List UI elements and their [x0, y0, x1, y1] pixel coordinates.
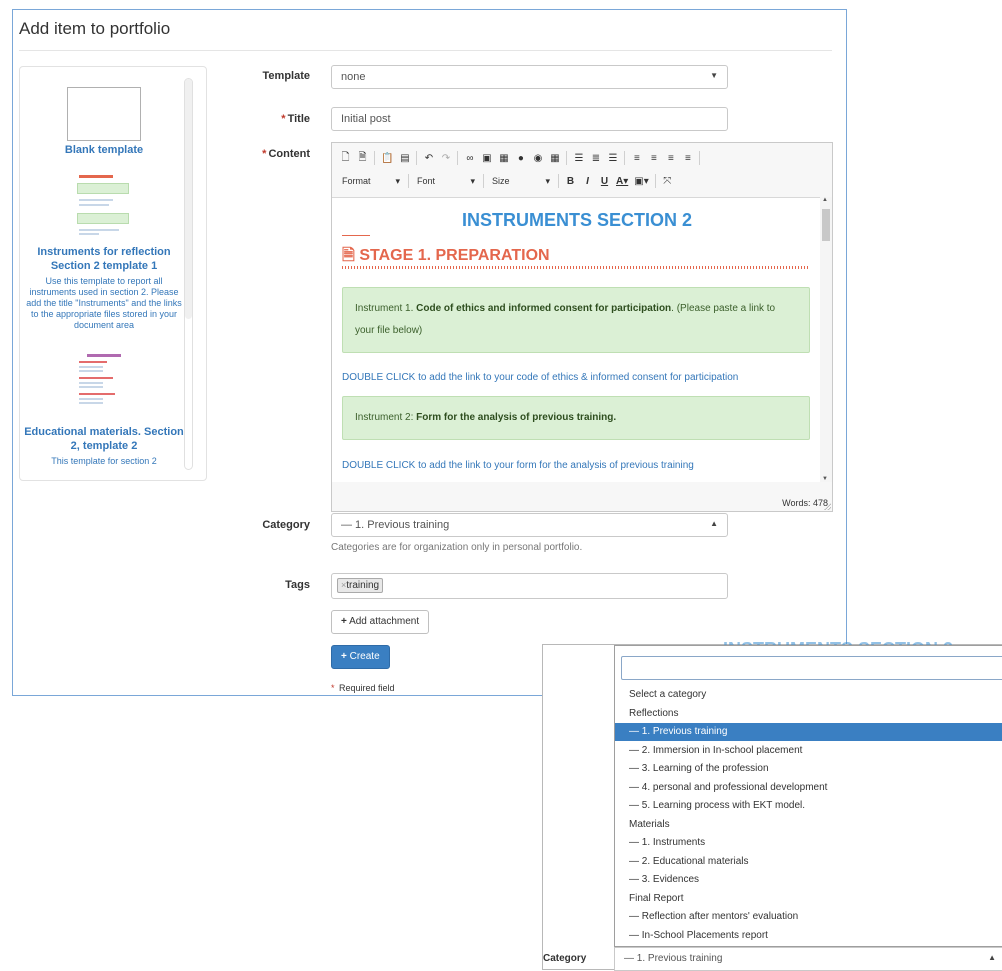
instrument-link-2[interactable]: DOUBLE CLICK to add the link to your for…	[342, 460, 694, 471]
word-count: Words: 478	[782, 498, 828, 508]
category-option[interactable]: — 2. Educational materials	[615, 853, 1002, 871]
caret-up-icon: ▲	[988, 953, 996, 962]
category-label: Category	[262, 519, 310, 531]
add-attachment-button[interactable]: + Add attachment	[331, 610, 430, 634]
category-option[interactable]: — 4. personal and professional developme…	[615, 779, 1002, 797]
resize-handle[interactable]	[824, 503, 831, 510]
undo-icon[interactable]: ↶	[423, 153, 434, 164]
category-dropdown: Select a category Reflections — 1. Previou…	[614, 645, 1002, 947]
tag-chip[interactable]: ×training	[337, 578, 384, 593]
blank-template-thumbnail	[67, 87, 141, 141]
category-option[interactable]: — 1. Previous training	[615, 723, 1002, 741]
category-dropdown-overlay: INSTRUMENTS SECTION 2 Select a categoryR…	[542, 639, 1002, 971]
category-option[interactable]: Materials	[615, 816, 1002, 834]
bulleted-list-icon[interactable]: ☰	[573, 153, 584, 164]
category-option[interactable]: — 5. Learning process with EKT model.	[615, 797, 1002, 815]
editor-scrollbar[interactable]: ▲ ▼	[820, 197, 832, 482]
template-card-blank[interactable]: Blank template	[24, 87, 184, 157]
title-label: * Title	[281, 113, 310, 125]
template-card-instruments[interactable]: Instruments for reflection Section 2 tem…	[24, 173, 184, 331]
align-justify-icon[interactable]: ≡	[682, 153, 693, 164]
template-label: Template	[262, 70, 310, 82]
numbered-list-icon[interactable]: ≣	[590, 153, 601, 164]
heading-underline	[342, 235, 370, 236]
category-select[interactable]: — 1. Previous training ▲	[331, 513, 728, 537]
category-select[interactable]: — 1. Previous training ▲	[614, 947, 1002, 971]
template-select-value: none	[341, 71, 366, 83]
instrument-link-1[interactable]: DOUBLE CLICK to add the link to your cod…	[342, 372, 738, 383]
category-label: Category	[543, 953, 587, 964]
template-picker: Blank template Instruments for reflectio…	[19, 66, 207, 481]
template-name: Instruments for reflection Section 2 tem…	[37, 246, 171, 272]
template-select[interactable]: none ▼	[331, 65, 728, 89]
category-option[interactable]: Reflections	[615, 705, 1002, 723]
editor-toolbar-row-1: 🗋 🗎 📋 ▤ ↶ ↷ ∞ ▣ ▦ ● ◉ ▦ ☰ ≣ ☰ ≡ ≡ ≡ ≡	[340, 149, 701, 167]
category-option[interactable]: — 3. Evidences	[615, 871, 1002, 889]
template-picker-scrollbar[interactable]	[184, 78, 193, 470]
table-icon[interactable]: ▦	[549, 153, 560, 164]
title-input[interactable]: Initial post	[331, 107, 728, 131]
editor-toolbar-row-2: Format ▾ Font ▾ Size ▾ B I U A▾ ▣▾ ⤧	[340, 172, 673, 190]
editor-document[interactable]: INSTRUMENTS SECTION 2 🗎 STAGE 1. PREPARA…	[332, 197, 820, 482]
instrument-box-2: Instrument 2: Form for the analysis of p…	[342, 396, 810, 440]
paste-icon[interactable]: 📋	[381, 153, 393, 164]
align-left-icon[interactable]: ≡	[631, 153, 642, 164]
background-color-icon[interactable]: ▣▾	[634, 176, 648, 187]
document-heading: INSTRUMENTS SECTION 2	[461, 210, 693, 230]
category-search-input[interactable]	[621, 656, 1002, 680]
template-description: This template for section 2	[51, 456, 157, 466]
category-option[interactable]: — 3. Learning of the profession	[615, 760, 1002, 778]
templates-icon[interactable]: 🗎	[357, 150, 368, 167]
tags-label: Tags	[285, 579, 310, 591]
instrument-box-1: Instrument 1. Code of ethics and informe…	[342, 287, 810, 353]
category-option[interactable]: — In-School Placements report	[615, 927, 1002, 945]
link-icon[interactable]: ∞	[464, 153, 475, 164]
redo-icon[interactable]: ↷	[440, 153, 451, 164]
size-combo[interactable]: Size ▾	[490, 176, 552, 187]
horizontal-rule-icon[interactable]: ☰	[607, 153, 618, 164]
plus-icon: +	[341, 651, 347, 662]
category-hint: Categories are for organization only in …	[331, 542, 583, 553]
add-item-card: Add item to portfolio Blank template Ins…	[12, 9, 847, 696]
required-field-note: * Required field	[331, 683, 395, 693]
rich-text-editor[interactable]: 🗋 🗎 📋 ▤ ↶ ↷ ∞ ▣ ▦ ● ◉ ▦ ☰ ≣ ☰ ≡ ≡ ≡ ≡ Fo…	[331, 142, 833, 512]
category-option[interactable]: — 2. Immersion in In-school placement	[615, 742, 1002, 760]
caret-up-icon: ▲	[710, 519, 718, 528]
text-color-icon[interactable]: A▾	[616, 176, 628, 187]
image-icon[interactable]: ▣	[481, 153, 492, 164]
category-option[interactable]: Select a category	[615, 686, 1002, 704]
page-title: Add item to portfolio	[19, 19, 171, 38]
caret-down-icon: ▼	[710, 71, 718, 80]
underline-button[interactable]: U	[599, 176, 610, 187]
align-center-icon[interactable]: ≡	[648, 153, 659, 164]
maximize-icon[interactable]: ⤧	[662, 176, 673, 187]
align-right-icon[interactable]: ≡	[665, 153, 676, 164]
new-page-icon[interactable]: 🗋	[340, 150, 351, 167]
content-label: * Content	[262, 148, 310, 160]
category-option[interactable]: Final Report	[615, 890, 1002, 908]
category-option[interactable]: — 1. Instruments	[615, 834, 1002, 852]
flash-icon[interactable]: ●	[515, 153, 526, 164]
category-option[interactable]: — Reflection after mentors' evaluation	[615, 908, 1002, 926]
format-combo[interactable]: Format ▾	[340, 176, 402, 187]
tags-input[interactable]: ×training	[331, 573, 728, 599]
video-icon[interactable]: ▦	[498, 153, 509, 164]
plus-icon: +	[341, 616, 347, 627]
template-description: Use this template to report all instrume…	[26, 276, 182, 330]
audio-icon[interactable]: ◉	[532, 153, 543, 164]
title-divider	[19, 50, 832, 51]
instruments-template-thumbnail	[77, 173, 131, 237]
template-name: Educational materials. Section 2, templa…	[24, 426, 184, 452]
stage-divider	[342, 266, 810, 269]
educational-template-thumbnail	[77, 353, 131, 417]
template-card-educational[interactable]: Educational materials. Section 2, templa…	[24, 353, 184, 467]
document-icon: 🗎	[342, 247, 355, 264]
italic-button[interactable]: I	[582, 176, 593, 187]
create-button[interactable]: + Create	[331, 645, 390, 669]
template-name: Blank template	[64, 144, 144, 156]
paste-word-icon[interactable]: ▤	[399, 153, 410, 164]
bold-button[interactable]: B	[565, 176, 576, 187]
font-combo[interactable]: Font ▾	[415, 176, 477, 187]
